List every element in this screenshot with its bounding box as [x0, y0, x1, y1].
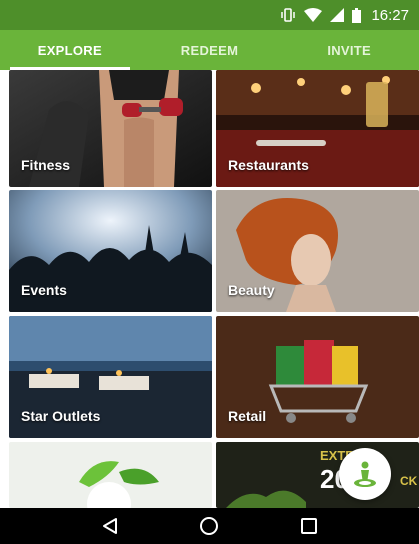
banner-suffix: CK	[400, 474, 417, 488]
category-label-retail: Retail	[228, 408, 267, 424]
category-tile-beauty[interactable]: Beauty	[216, 190, 419, 312]
category-7-image	[9, 442, 212, 508]
status-bar: 16:27	[0, 0, 419, 30]
back-icon	[102, 518, 117, 534]
tab-explore[interactable]: EXPLORE	[0, 30, 140, 70]
navigation-bar	[0, 508, 419, 544]
category-tile-events[interactable]: Events	[9, 190, 212, 312]
signal-icon	[330, 8, 345, 22]
recents-icon	[301, 518, 318, 534]
category-label-star-outlets: Star Outlets	[21, 408, 101, 424]
category-label-restaurants: Restaurants	[228, 157, 309, 173]
category-tile-star-outlets[interactable]: Star Outlets	[9, 316, 212, 438]
category-tile-restaurants[interactable]: Restaurants	[216, 70, 419, 187]
location-fab[interactable]	[339, 448, 391, 500]
category-label-fitness: Fitness	[21, 157, 71, 173]
category-label-events: Events	[21, 282, 67, 298]
category-tile-retail[interactable]: Retail	[216, 316, 419, 438]
tab-invite[interactable]: INVITE	[279, 30, 419, 70]
back-button[interactable]	[95, 511, 125, 541]
category-grid: Fitness Restaurants Events Beauty Star O…	[0, 70, 419, 508]
category-tile-fitness[interactable]: Fitness	[9, 70, 212, 187]
tab-redeem[interactable]: REDEEM	[140, 30, 280, 70]
category-tile-7[interactable]	[9, 442, 212, 508]
home-button[interactable]	[194, 511, 224, 541]
battery-icon	[352, 7, 362, 23]
vibrate-icon	[280, 8, 296, 22]
tab-bar: EXPLORE REDEEM INVITE	[0, 30, 419, 70]
location-pin-icon	[354, 461, 376, 487]
recents-button[interactable]	[294, 511, 324, 541]
banner-text-line-3: CK	[400, 474, 418, 488]
wifi-icon	[304, 8, 323, 22]
status-time: 16:27	[371, 6, 409, 24]
category-label-beauty: Beauty	[228, 282, 275, 298]
home-icon	[200, 517, 219, 535]
